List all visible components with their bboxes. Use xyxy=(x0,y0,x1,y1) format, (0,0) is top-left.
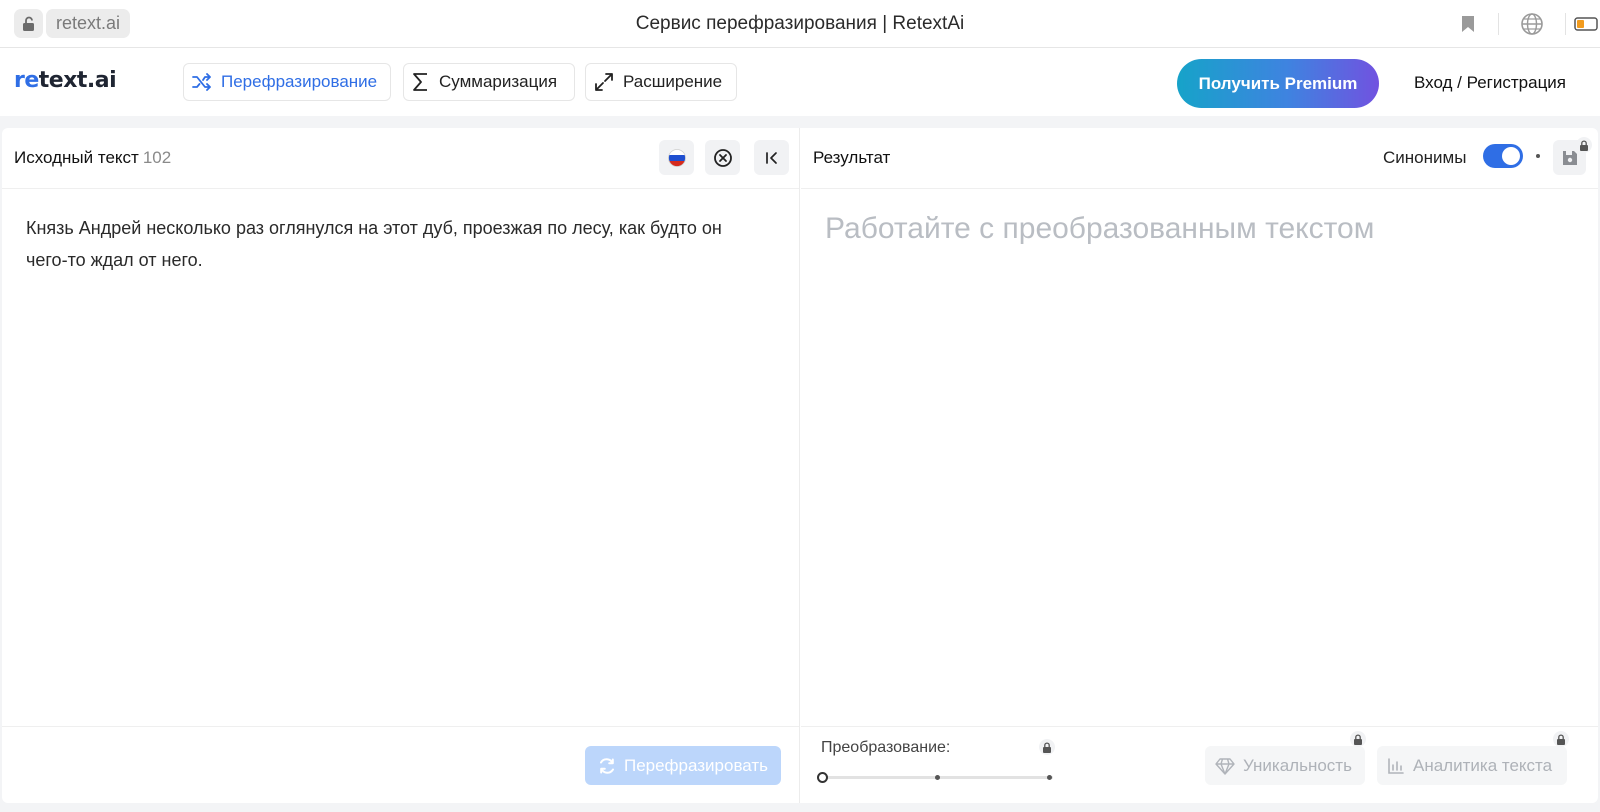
transform-label: Преобразование: xyxy=(821,739,951,756)
bar-chart-icon xyxy=(1388,757,1404,774)
bookmark-icon[interactable] xyxy=(1438,15,1498,33)
language-button[interactable] xyxy=(659,140,694,175)
lock-icon xyxy=(1350,731,1366,747)
tab-summarize-label: Суммаризация xyxy=(439,72,558,91)
source-text-area[interactable]: Князь Андрей несколько раз оглянулся на … xyxy=(26,212,766,276)
retext-logo[interactable]: retext.ai xyxy=(14,68,117,93)
source-column: Исходный текст 102 Князь Андрей нескольк… xyxy=(2,128,800,803)
shuffle-icon xyxy=(192,73,211,91)
slider-thumb[interactable] xyxy=(817,772,828,783)
app-header: retext.ai Перефразирование Суммаризация … xyxy=(0,48,1600,116)
synonyms-toggle[interactable] xyxy=(1483,144,1523,168)
uniqueness-button[interactable]: Уникальность xyxy=(1205,746,1365,785)
editor-panel: Исходный текст 102 Князь Андрей нескольк… xyxy=(2,128,1598,803)
clear-text-button[interactable] xyxy=(705,140,740,175)
toggle-knob xyxy=(1502,147,1520,165)
url-text[interactable]: retext.ai xyxy=(46,9,131,38)
tab-summarize[interactable]: Суммаризация xyxy=(403,63,575,101)
lock-icon xyxy=(1039,739,1055,755)
save-icon xyxy=(1562,150,1577,165)
sigma-icon xyxy=(413,73,427,91)
paraphrase-button-label: Перефразировать xyxy=(623,755,769,775)
page-title: Сервис перефразирования | RetextAi xyxy=(635,13,965,34)
source-title-text: Исходный текст xyxy=(14,148,139,167)
paraphrase-button[interactable]: Перефразировать xyxy=(585,746,781,785)
globe-icon[interactable] xyxy=(1499,12,1565,36)
expand-icon xyxy=(595,73,613,91)
result-header: Результат Синонимы xyxy=(801,128,1598,189)
get-premium-button[interactable]: Получить Premium xyxy=(1177,59,1379,108)
unlock-icon[interactable] xyxy=(14,9,43,38)
diamond-icon xyxy=(1215,757,1235,775)
tab-paraphrase-label: Перефразирование xyxy=(221,72,378,91)
uniqueness-label: Уникальность xyxy=(1243,755,1352,775)
analytics-label: Аналитика текста xyxy=(1413,755,1553,775)
source-header: Исходный текст 102 xyxy=(2,128,799,189)
lock-icon xyxy=(1553,731,1569,747)
logo-rest: text.ai xyxy=(38,68,117,93)
slider-tick xyxy=(1047,775,1052,780)
browser-bar: retext.ai Сервис перефразирования | Rete… xyxy=(0,0,1600,48)
transform-slider[interactable] xyxy=(817,772,1053,783)
result-placeholder[interactable]: Работайте с преобразованным текстом xyxy=(825,212,1374,246)
result-column: Результат Синонимы Работайте с преобразо… xyxy=(801,128,1598,803)
battery-icon xyxy=(1566,17,1600,31)
lock-icon xyxy=(1576,137,1592,153)
slider-tick xyxy=(935,775,940,780)
address-bar[interactable]: retext.ai xyxy=(14,9,131,38)
russian-flag-icon xyxy=(667,148,686,167)
source-title: Исходный текст 102 xyxy=(14,148,171,168)
text-analytics-button[interactable]: Аналитика текста xyxy=(1377,746,1567,785)
char-count: 102 xyxy=(142,148,172,167)
dot-separator xyxy=(1536,154,1540,158)
collapse-panel-button[interactable] xyxy=(754,140,789,175)
collapse-left-icon xyxy=(765,151,777,164)
login-register-link[interactable]: Вход / Регистрация xyxy=(1414,70,1566,96)
tab-expand[interactable]: Расширение xyxy=(585,63,737,101)
synonyms-label: Синонимы xyxy=(1383,148,1467,167)
tab-expand-label: Расширение xyxy=(623,72,723,91)
result-title: Результат xyxy=(813,148,891,167)
logo-re: re xyxy=(14,68,39,93)
close-circle-icon xyxy=(713,148,732,167)
tab-paraphrase[interactable]: Перефразирование xyxy=(183,63,391,101)
refresh-icon xyxy=(599,757,614,774)
